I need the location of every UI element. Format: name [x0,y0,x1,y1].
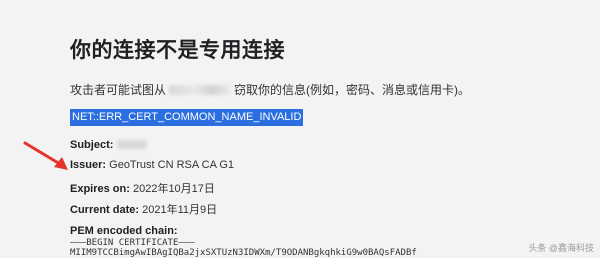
desc-suffix: 窃取你的信息(例如，密码、消息或信用卡)。 [234,83,471,97]
cert-issuer: Issuer: GeoTrust CN RSA CA G1 [70,159,234,171]
pem-data-line: MIIM9TCCBimgAwIBAgIQBa2jxSXTUzN3IDWXm/T9… [70,248,417,258]
current-label: Current date: [70,204,140,216]
cert-pem: PEM encoded chain: [70,225,178,237]
pem-begin-line: ———BEGIN CERTIFICATE——— [70,238,195,248]
cert-subject: Subject: [70,139,148,151]
watermark: 头条 @鑫海科技 [528,243,594,253]
cert-expires: Expires on: 2022年10月17日 [70,180,215,196]
page-title: 你的连接不是专用连接 [70,39,285,62]
error-code[interactable]: NET::ERR_CERT_COMMON_NAME_INVALID [70,109,304,126]
redacted-host [169,85,232,95]
redacted-subject [117,140,148,149]
expires-label: Expires on: [70,183,130,195]
red-arrow-icon [23,141,68,170]
error-description: 攻击者可能试图从 窃取你的信息(例如，密码、消息或信用卡)。 [70,81,470,98]
issuer-value: GeoTrust CN RSA CA G1 [109,159,235,171]
error-page: 你的连接不是专用连接 攻击者可能试图从 窃取你的信息(例如，密码、消息或信用卡)。… [70,0,590,258]
subject-label: Subject: [70,139,114,151]
expires-value: 2022年10月17日 [132,183,215,195]
pem-label: PEM encoded chain: [70,225,178,237]
cert-current-date: Current date: 2021年11月9日 [70,201,217,217]
current-value: 2021年11月9日 [142,204,218,216]
desc-prefix: 攻击者可能试图从 [70,83,167,97]
issuer-label: Issuer: [70,159,107,171]
